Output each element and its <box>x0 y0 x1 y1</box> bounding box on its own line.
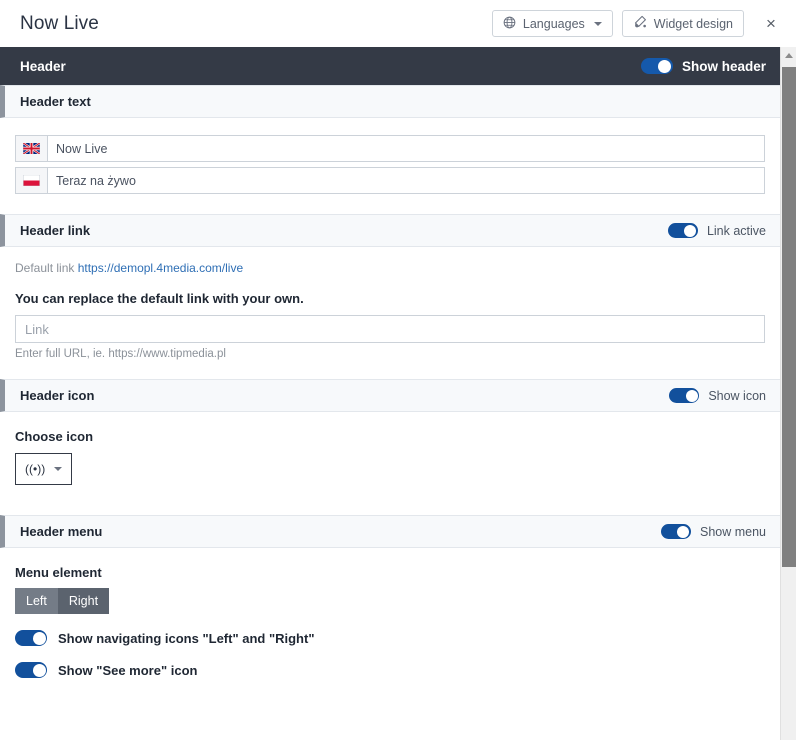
languages-button-label: Languages <box>522 16 585 31</box>
languages-button[interactable]: Languages <box>491 10 613 37</box>
widget-design-button[interactable]: Widget design <box>621 10 744 37</box>
show-header-toggle[interactable]: Show header <box>640 58 766 74</box>
link-hint: Enter full URL, ie. https://www.tipmedia… <box>15 348 226 360</box>
header-text-row-en <box>15 135 765 162</box>
poland-flag-icon <box>15 167 47 194</box>
default-link-prefix: Default link <box>15 261 75 275</box>
show-icon-toggle[interactable]: Show icon <box>669 388 766 403</box>
choose-icon-label: Choose icon <box>15 429 94 444</box>
settings-content: Header Show header Header text Now Live … <box>0 47 780 740</box>
page-title: Now Live <box>20 12 99 34</box>
default-link-url[interactable]: https://demopl.4media.com/live <box>78 261 243 275</box>
header-text-input-pl[interactable] <box>47 167 765 194</box>
widget-settings-window: Now Live Languages Widget design × Heade… <box>0 0 796 740</box>
section-header-link: Header link Link active <box>0 214 780 247</box>
section-header-menu-title: Header menu <box>20 524 103 539</box>
replace-link-label: You can replace the default link with yo… <box>15 291 304 306</box>
header-text-row-pl <box>15 167 765 194</box>
header-link-body: Default link https://demopl.4media.com/l… <box>0 247 780 360</box>
header-text-body <box>0 118 780 194</box>
spacer <box>0 199 780 214</box>
default-link-row: Default link https://demopl.4media.com/l… <box>15 247 765 275</box>
show-see-more-label: Show "See more" icon <box>58 662 198 678</box>
section-header-text-title: Header text <box>20 94 91 109</box>
section-header: Header Show header <box>0 47 780 85</box>
chevron-down-icon <box>593 21 602 26</box>
section-header-title: Header <box>20 58 66 74</box>
header-icon-body: Choose icon ((•)) <box>0 429 780 485</box>
menu-element-right-button[interactable]: Right <box>57 588 110 614</box>
menu-element-button-group: Left Right <box>15 588 110 614</box>
broadcast-icon: ((•)) <box>25 462 46 476</box>
settings-scroll-region: Header Show header Header text Now Live … <box>0 47 796 740</box>
toggle-switch-icon <box>669 388 700 403</box>
toggle-switch-icon <box>660 524 691 539</box>
close-icon[interactable]: × <box>760 13 782 35</box>
show-navigating-icons-toggle[interactable]: Show navigating icons "Left" and "Right" <box>15 630 765 646</box>
header-text-input-en[interactable] <box>47 135 765 162</box>
toggle-switch-icon <box>15 662 47 678</box>
globe-icon <box>503 16 516 32</box>
header-menu-body: Menu element Left Right Show navigating … <box>0 565 780 678</box>
show-menu-toggle-label: Show menu <box>699 524 766 539</box>
spacer <box>0 485 780 515</box>
chevron-down-icon <box>54 467 63 471</box>
window-topbar: Now Live Languages Widget design × <box>0 0 796 47</box>
link-active-toggle[interactable]: Link active <box>667 223 766 238</box>
scrollbar-up-arrow-button[interactable] <box>781 47 796 64</box>
toggle-switch-icon <box>15 630 47 646</box>
widget-design-button-label: Widget design <box>653 16 733 31</box>
uk-flag-icon <box>15 135 47 162</box>
paint-brush-icon <box>633 15 647 32</box>
section-header-text: Header text <box>0 85 780 118</box>
show-menu-toggle[interactable]: Show menu <box>660 524 766 539</box>
spacer <box>0 360 780 379</box>
show-see-more-icon-toggle[interactable]: Show "See more" icon <box>15 662 765 678</box>
section-header-menu: Header menu Show menu <box>0 515 780 548</box>
section-header-icon: Header icon Show icon <box>0 379 780 412</box>
show-header-toggle-label: Show header <box>681 58 766 74</box>
section-header-icon-title: Header icon <box>20 388 95 403</box>
menu-element-left-button[interactable]: Left <box>15 588 58 614</box>
toggle-switch-icon <box>667 223 698 238</box>
vertical-scrollbar[interactable] <box>780 47 796 740</box>
link-input[interactable] <box>15 315 765 343</box>
link-active-toggle-label: Link active <box>706 223 766 238</box>
show-icon-toggle-label: Show icon <box>708 388 766 403</box>
chevron-up-icon <box>785 53 793 58</box>
scrollbar-thumb[interactable] <box>782 67 796 567</box>
toggle-switch-icon <box>640 58 673 74</box>
section-header-link-title: Header link <box>20 223 91 238</box>
show-navigating-icons-label: Show navigating icons "Left" and "Right" <box>58 630 315 646</box>
menu-element-label: Menu element <box>15 565 102 580</box>
icon-picker-button[interactable]: ((•)) <box>15 453 73 485</box>
